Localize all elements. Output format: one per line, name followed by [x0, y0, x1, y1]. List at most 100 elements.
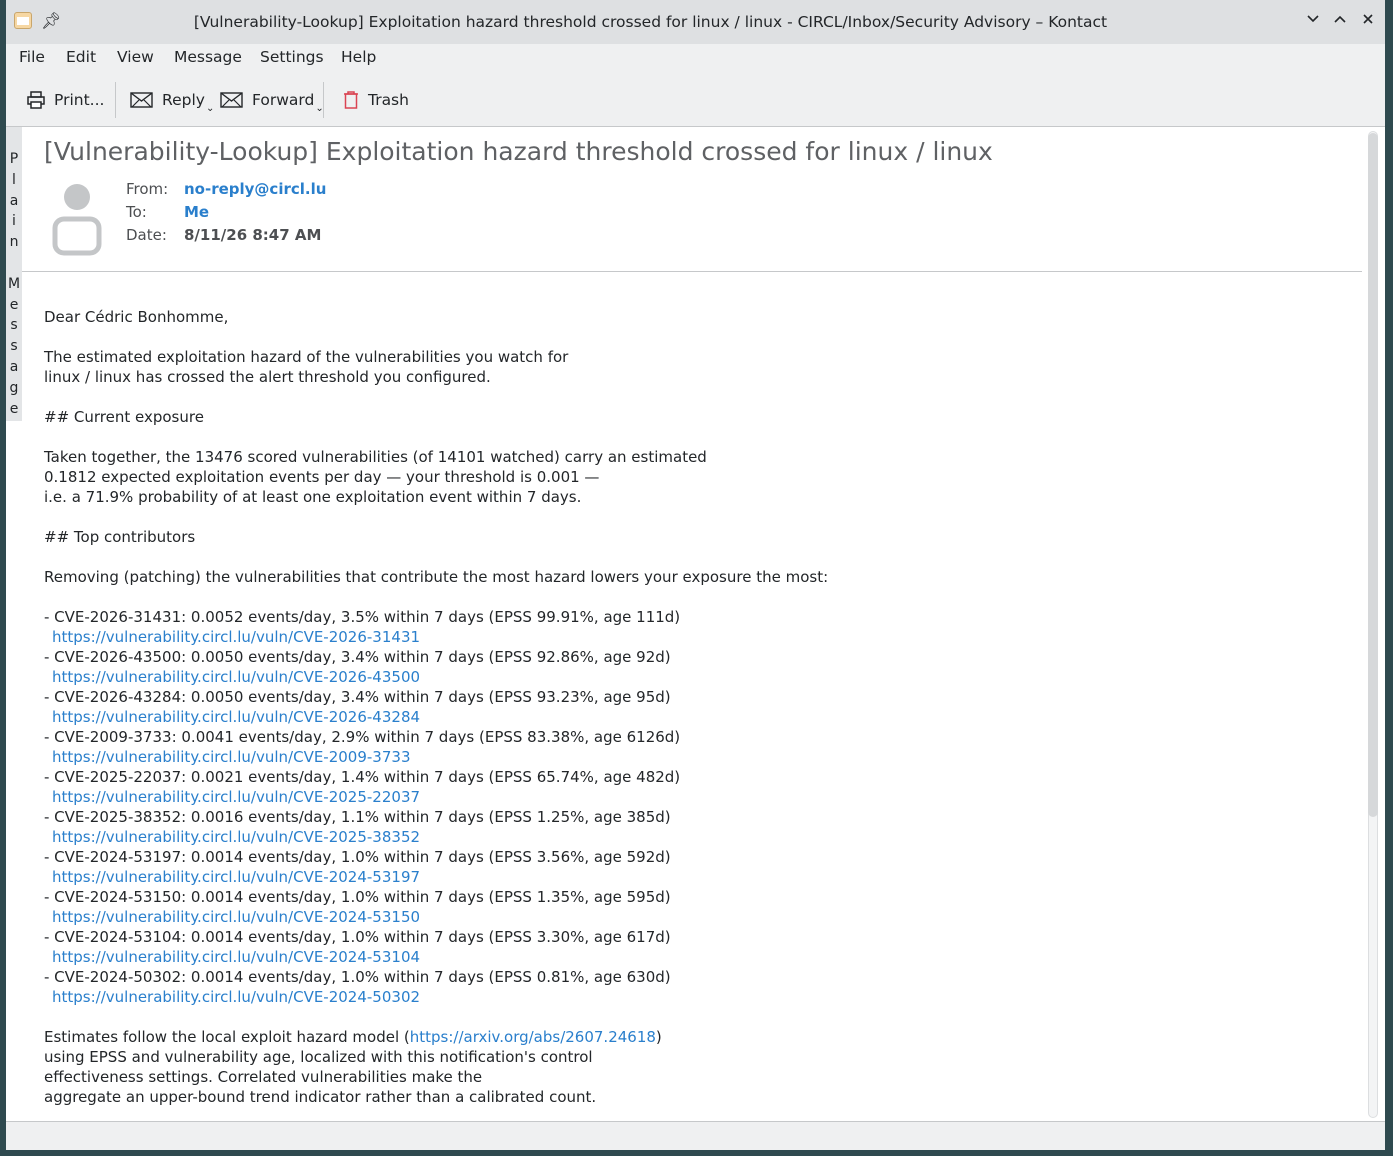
footer-line: Estimates follow the local exploit hazar…: [44, 1027, 828, 1047]
reply-label: Reply: [162, 91, 205, 109]
contributor-line: - CVE-2024-53150: 0.0014 events/day, 1.0…: [44, 888, 671, 906]
from-address[interactable]: no-reply@circl.lu: [184, 180, 326, 198]
kontact-window: 📌︎ [Vulnerability-Lookup] Exploitation h…: [6, 0, 1385, 1150]
contributor-link-row: https://vulnerability.circl.lu/vuln/CVE-…: [44, 947, 828, 967]
cve-link[interactable]: https://vulnerability.circl.lu/vuln/CVE-…: [52, 708, 420, 726]
contributor-link-row: https://vulnerability.circl.lu/vuln/CVE-…: [44, 667, 828, 687]
footer-pre: Estimates follow the local exploit hazar…: [44, 1028, 410, 1046]
print-button[interactable]: Print...: [26, 85, 104, 115]
minimize-button[interactable]: [1301, 9, 1325, 33]
cve-link[interactable]: https://vulnerability.circl.lu/vuln/CVE-…: [52, 908, 420, 926]
contributor-link-row: https://vulnerability.circl.lu/vuln/CVE-…: [44, 907, 828, 927]
cve-link[interactable]: https://vulnerability.circl.lu/vuln/CVE-…: [52, 628, 420, 646]
to-address[interactable]: Me: [184, 203, 209, 221]
status-bar: [6, 1121, 1385, 1150]
arxiv-link[interactable]: https://arxiv.org/abs/2607.24618: [410, 1028, 656, 1046]
footer-line: using EPSS and vulnerability age, locali…: [44, 1048, 593, 1066]
contributor-line: - CVE-2024-50302: 0.0014 events/day, 1.0…: [44, 968, 671, 986]
date-value: 8/11/26 8:47 AM: [184, 226, 322, 244]
chevron-down-icon: [1307, 15, 1319, 23]
contributor-link-row: https://vulnerability.circl.lu/vuln/CVE-…: [44, 867, 828, 887]
contributor-line: - CVE-2026-43284: 0.0050 events/day, 3.4…: [44, 688, 671, 706]
plain-message-label-char: a: [9, 192, 19, 209]
scrollbar-thumb[interactable]: [1368, 133, 1378, 817]
reply-button[interactable]: Reply ⌄: [130, 85, 214, 115]
close-button[interactable]: [1356, 9, 1380, 33]
toolbar-separator: [323, 82, 324, 118]
contributor-link-row: https://vulnerability.circl.lu/vuln/CVE-…: [44, 787, 828, 807]
kontact-app-icon[interactable]: [14, 12, 32, 29]
footer-post: ): [655, 1028, 662, 1046]
trash-button[interactable]: Trash: [342, 85, 409, 115]
menu-edit[interactable]: Edit: [66, 48, 96, 66]
menu-bar: File Edit View Message Settings Help: [6, 44, 1385, 72]
message-body: Dear Cédric Bonhomme, The estimated expl…: [44, 307, 828, 1107]
forward-label: Forward: [252, 91, 315, 109]
menu-view[interactable]: View: [117, 48, 154, 66]
print-label: Print...: [54, 91, 105, 109]
window-title: [Vulnerability-Lookup] Exploitation haza…: [193, 13, 1108, 31]
plain-message-label-char: s: [10, 317, 18, 334]
cve-link[interactable]: https://vulnerability.circl.lu/vuln/CVE-…: [52, 828, 420, 846]
cve-link[interactable]: https://vulnerability.circl.lu/vuln/CVE-…: [52, 788, 420, 806]
plain-message-label[interactable]: Plain Message: [6, 127, 22, 421]
maximize-button[interactable]: [1328, 9, 1352, 33]
plain-message-label-char: s: [10, 338, 18, 355]
plain-message-label-char: e: [9, 400, 19, 417]
plain-message-label-char: P: [9, 151, 19, 167]
message-reader: [Vulnerability-Lookup] Exploitation haza…: [22, 127, 1362, 1122]
reply-icon: [130, 90, 154, 110]
contributor-link-row: https://vulnerability.circl.lu/vuln/CVE-…: [44, 747, 828, 767]
cve-link[interactable]: https://vulnerability.circl.lu/vuln/CVE-…: [52, 948, 420, 966]
message-subject: [Vulnerability-Lookup] Exploitation haza…: [44, 137, 993, 166]
menu-settings[interactable]: Settings: [260, 48, 324, 66]
menu-file[interactable]: File: [19, 48, 45, 66]
cve-link[interactable]: https://vulnerability.circl.lu/vuln/CVE-…: [52, 868, 420, 886]
pin-icon[interactable]: 📌︎: [41, 11, 61, 30]
main-toolbar: Print... Reply ⌄ Forward ⌄ Trash: [6, 72, 1385, 127]
cve-link[interactable]: https://vulnerability.circl.lu/vuln/CVE-…: [52, 668, 420, 686]
printer-icon: [26, 90, 46, 110]
plain-message-label-char: n: [9, 234, 19, 251]
close-icon: [1363, 14, 1373, 24]
message-viewer: Plain Message [Vulnerability-Lookup] Exp…: [6, 126, 1385, 1122]
contributor-line: - CVE-2009-3733: 0.0041 events/day, 2.9%…: [44, 728, 681, 746]
chevron-up-icon: [1334, 15, 1346, 23]
footer-line: aggregate an upper-bound trend indicator…: [44, 1088, 597, 1106]
cve-link[interactable]: https://vulnerability.circl.lu/vuln/CVE-…: [52, 748, 410, 766]
cve-link[interactable]: https://vulnerability.circl.lu/vuln/CVE-…: [52, 988, 420, 1006]
contributor-line: - CVE-2024-53197: 0.0014 events/day, 1.0…: [44, 848, 671, 866]
exposure-line: 0.1812 expected exploitation events per …: [44, 468, 600, 486]
plain-message-label-text: Plain Message: [6, 127, 22, 419]
contributor-link-row: https://vulnerability.circl.lu/vuln/CVE-…: [44, 627, 828, 647]
reply-dropdown-arrow[interactable]: ⌄: [206, 103, 214, 114]
footer-line: effectiveness settings. Correlated vulne…: [44, 1068, 483, 1086]
exposure-line: i.e. a 71.9% probability of at least one…: [44, 488, 582, 506]
vertical-scrollbar[interactable]: [1362, 127, 1385, 1122]
menu-message[interactable]: Message: [174, 48, 242, 66]
contributors-intro: Removing (patching) the vulnerabilities …: [44, 568, 829, 586]
forward-button[interactable]: Forward ⌄: [220, 85, 324, 115]
menu-help[interactable]: Help: [341, 48, 376, 66]
contributor-line: - CVE-2026-43500: 0.0050 events/day, 3.4…: [44, 648, 671, 666]
from-label: From:: [126, 180, 169, 198]
date-label: Date:: [126, 226, 167, 244]
greeting: Dear Cédric Bonhomme,: [44, 308, 229, 326]
contributors-heading: ## Top contributors: [44, 528, 196, 546]
trash-icon: [342, 90, 360, 110]
intro-line: The estimated exploitation hazard of the…: [44, 348, 569, 366]
contributor-line: - CVE-2025-22037: 0.0021 events/day, 1.4…: [44, 768, 681, 786]
plain-message-label-char: e: [9, 296, 19, 313]
plain-message-label-char: g: [9, 379, 19, 396]
plain-message-label-char: i: [12, 213, 16, 230]
exposure-line: Taken together, the 13476 scored vulnera…: [44, 448, 707, 466]
contributor-link-row: https://vulnerability.circl.lu/vuln/CVE-…: [44, 707, 828, 727]
header-divider: [22, 271, 1362, 272]
